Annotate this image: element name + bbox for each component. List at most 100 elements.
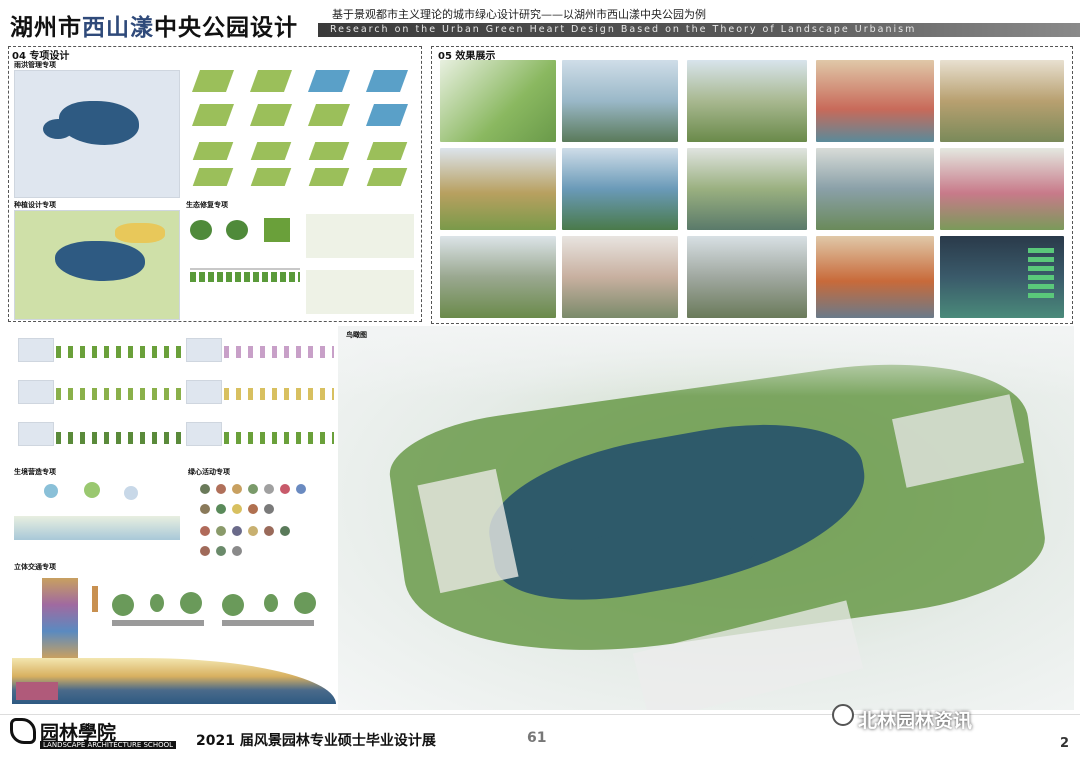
plant-row (56, 432, 186, 444)
render-gallery (440, 60, 1066, 318)
plant-row (56, 388, 186, 400)
activity-icon (216, 526, 226, 536)
activity-icon (248, 484, 258, 494)
diagram-tile (192, 142, 234, 160)
render-thumb-13 (687, 236, 807, 318)
render-thumb-7 (562, 148, 678, 230)
diagram-tile (192, 168, 234, 186)
activity-icon (232, 504, 242, 514)
plant-row (190, 272, 300, 282)
subtitle-english: Research on the Urban Green Heart Design… (330, 24, 917, 35)
activity-icon (216, 546, 226, 556)
road-section (222, 620, 314, 626)
exhibition-title: 2021 届风景园林专业硕士毕业设计展 (196, 733, 436, 749)
diagram-tile (249, 70, 293, 92)
habitat-node (44, 484, 58, 498)
wechat-account: 北林园林资讯 (858, 710, 973, 732)
activity-icon (280, 526, 290, 536)
diagram-tile (365, 104, 409, 126)
page-title: 湖州市西山漾中央公园设计 (10, 8, 298, 42)
corner-number: 2 (1060, 736, 1070, 751)
activity-icon (200, 484, 210, 494)
activity-icon (264, 504, 274, 514)
title-part-3: 中央公园设计 (154, 15, 298, 41)
diagram-tile (191, 104, 235, 126)
ecology-photo (264, 218, 290, 242)
aerial-title: 鸟瞰图 (346, 331, 367, 339)
school-logo-icon (10, 718, 36, 744)
traffic-title: 立体交通专项 (14, 563, 56, 571)
diagram-tile (250, 168, 292, 186)
page-number: 61 (527, 730, 547, 746)
tree-icon (190, 220, 212, 240)
activity-icon (200, 546, 210, 556)
tree-icon (264, 594, 278, 612)
diagram-tile (249, 104, 293, 126)
stormwater-diagrams (186, 64, 416, 194)
wechat-icon (832, 704, 854, 726)
render-thumb-5 (940, 60, 1064, 142)
activity-icon (216, 484, 226, 494)
school-name-english: LANDSCAPE ARCHITECTURE SCHOOL (40, 741, 176, 749)
diagram-tile (365, 70, 409, 92)
diagram-tile (307, 70, 351, 92)
thumb-map (18, 422, 54, 446)
plant-row (224, 432, 334, 444)
traffic-perspective (12, 658, 336, 704)
lake-shape (59, 101, 139, 145)
activity-icon (232, 526, 242, 536)
diagram-tile (191, 70, 235, 92)
thumb-map (186, 380, 222, 404)
title-part-2: 西山漾 (82, 15, 154, 41)
subtitle-chinese: 基于景观都市主义理论的城市绿心设计研究——以湖州市西山漾中央公园为例 (332, 8, 706, 21)
plant-row (56, 346, 186, 358)
activity-icons (200, 484, 330, 560)
habitat-section (14, 516, 180, 540)
render-thumb-3 (687, 60, 807, 142)
render-thumb-1 (440, 60, 556, 142)
activity-icon (296, 484, 306, 494)
render-thumb-11 (440, 236, 556, 318)
render-thumb-12 (562, 236, 678, 318)
diagram-tile (307, 104, 351, 126)
thumb-map (186, 422, 222, 446)
plant-row (224, 346, 334, 358)
activity-title: 绿心活动专项 (188, 468, 230, 476)
tree-icon (150, 594, 164, 612)
activity-icon (216, 504, 226, 514)
plant-row (224, 388, 334, 400)
tree-icon (294, 592, 316, 614)
planting-map (14, 210, 180, 320)
render-thumb-4 (816, 60, 934, 142)
activity-icon (232, 546, 242, 556)
ecology-section (306, 214, 414, 258)
render-thumb-6 (440, 148, 556, 230)
stormwater-map (14, 70, 180, 198)
activity-icon (200, 504, 210, 514)
diagram-tile (366, 142, 408, 160)
tree-icon (112, 594, 134, 616)
diagram-tile (366, 168, 408, 186)
activity-icon (248, 526, 258, 536)
traffic-level-bar (92, 586, 98, 612)
activity-icon (280, 484, 290, 494)
lake-shape (43, 119, 73, 139)
diagram-tile (308, 142, 350, 160)
habitat-node (84, 482, 100, 498)
render-thumb-10 (940, 148, 1064, 230)
habitat-diagram (14, 478, 180, 558)
planting-zone (115, 223, 165, 243)
activity-icon (200, 526, 210, 536)
ecology-title: 生态修复专项 (186, 201, 228, 209)
diagram-tile (250, 142, 292, 160)
aerial-view (338, 326, 1074, 710)
activity-icon (264, 526, 274, 536)
cloud-haze (338, 326, 1074, 396)
ecology-diagrams (186, 210, 416, 318)
habitat-title: 生境营造专项 (14, 468, 56, 476)
road-section (112, 620, 204, 626)
render-thumb-15 (940, 236, 1064, 318)
diagram-tile (308, 168, 350, 186)
lake-shape (55, 241, 145, 281)
activity-icon (248, 504, 258, 514)
